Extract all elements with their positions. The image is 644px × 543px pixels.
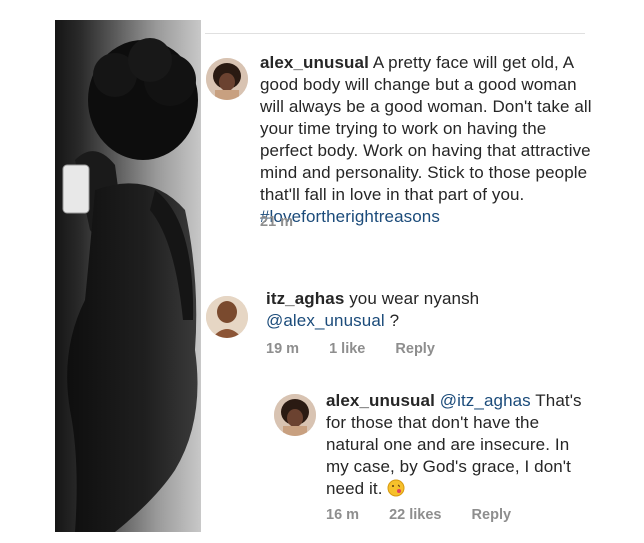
comment-text: alex_unusual A pretty face will get old,… [260, 52, 595, 228]
comment-body: you wear nyansh [349, 289, 480, 308]
mention-link[interactable]: @itz_aghas [440, 391, 531, 410]
kiss-face-emoji-icon [387, 479, 405, 503]
comment-body: A pretty face will get old, A good body … [260, 53, 592, 204]
comment-time: 16 m [326, 507, 360, 523]
comment-time: 21 m [260, 214, 294, 230]
reply-button[interactable]: Reply [472, 507, 512, 523]
avatar[interactable] [206, 296, 248, 338]
woman-silhouette-image [62, 38, 198, 532]
comment-username[interactable]: itz_aghas [266, 289, 344, 308]
alex-unusual-avatar-icon [274, 394, 316, 436]
reply-button[interactable]: Reply [395, 341, 435, 357]
comment-username[interactable]: alex_unusual [326, 391, 435, 410]
comment-meta: 19 m 1 like Reply [266, 341, 461, 357]
comment-text: itz_aghas you wear nyansh @alex_unusual … [266, 288, 586, 332]
likes-count[interactable]: 1 like [329, 341, 365, 357]
alex-unusual-avatar-icon [206, 58, 248, 100]
top-divider [205, 33, 585, 34]
screenshot-frame: alex_unusual A pretty face will get old,… [0, 0, 644, 543]
comment-time: 19 m [266, 341, 300, 357]
comment-meta: 16 m 22 likes Reply [326, 507, 537, 523]
avatar[interactable] [274, 394, 316, 436]
comment-text: alex_unusual @itz_aghas That's for those… [326, 390, 594, 503]
avatar[interactable] [206, 58, 248, 100]
likes-count[interactable]: 22 likes [389, 507, 441, 523]
itz-aghas-avatar-icon [206, 296, 248, 338]
comment-username[interactable]: alex_unusual [260, 53, 369, 72]
mention-link[interactable]: @alex_unusual [266, 311, 385, 330]
post-photo [55, 20, 201, 532]
comment-meta: 21 m [260, 214, 319, 230]
comment-suffix: ? [384, 311, 400, 330]
